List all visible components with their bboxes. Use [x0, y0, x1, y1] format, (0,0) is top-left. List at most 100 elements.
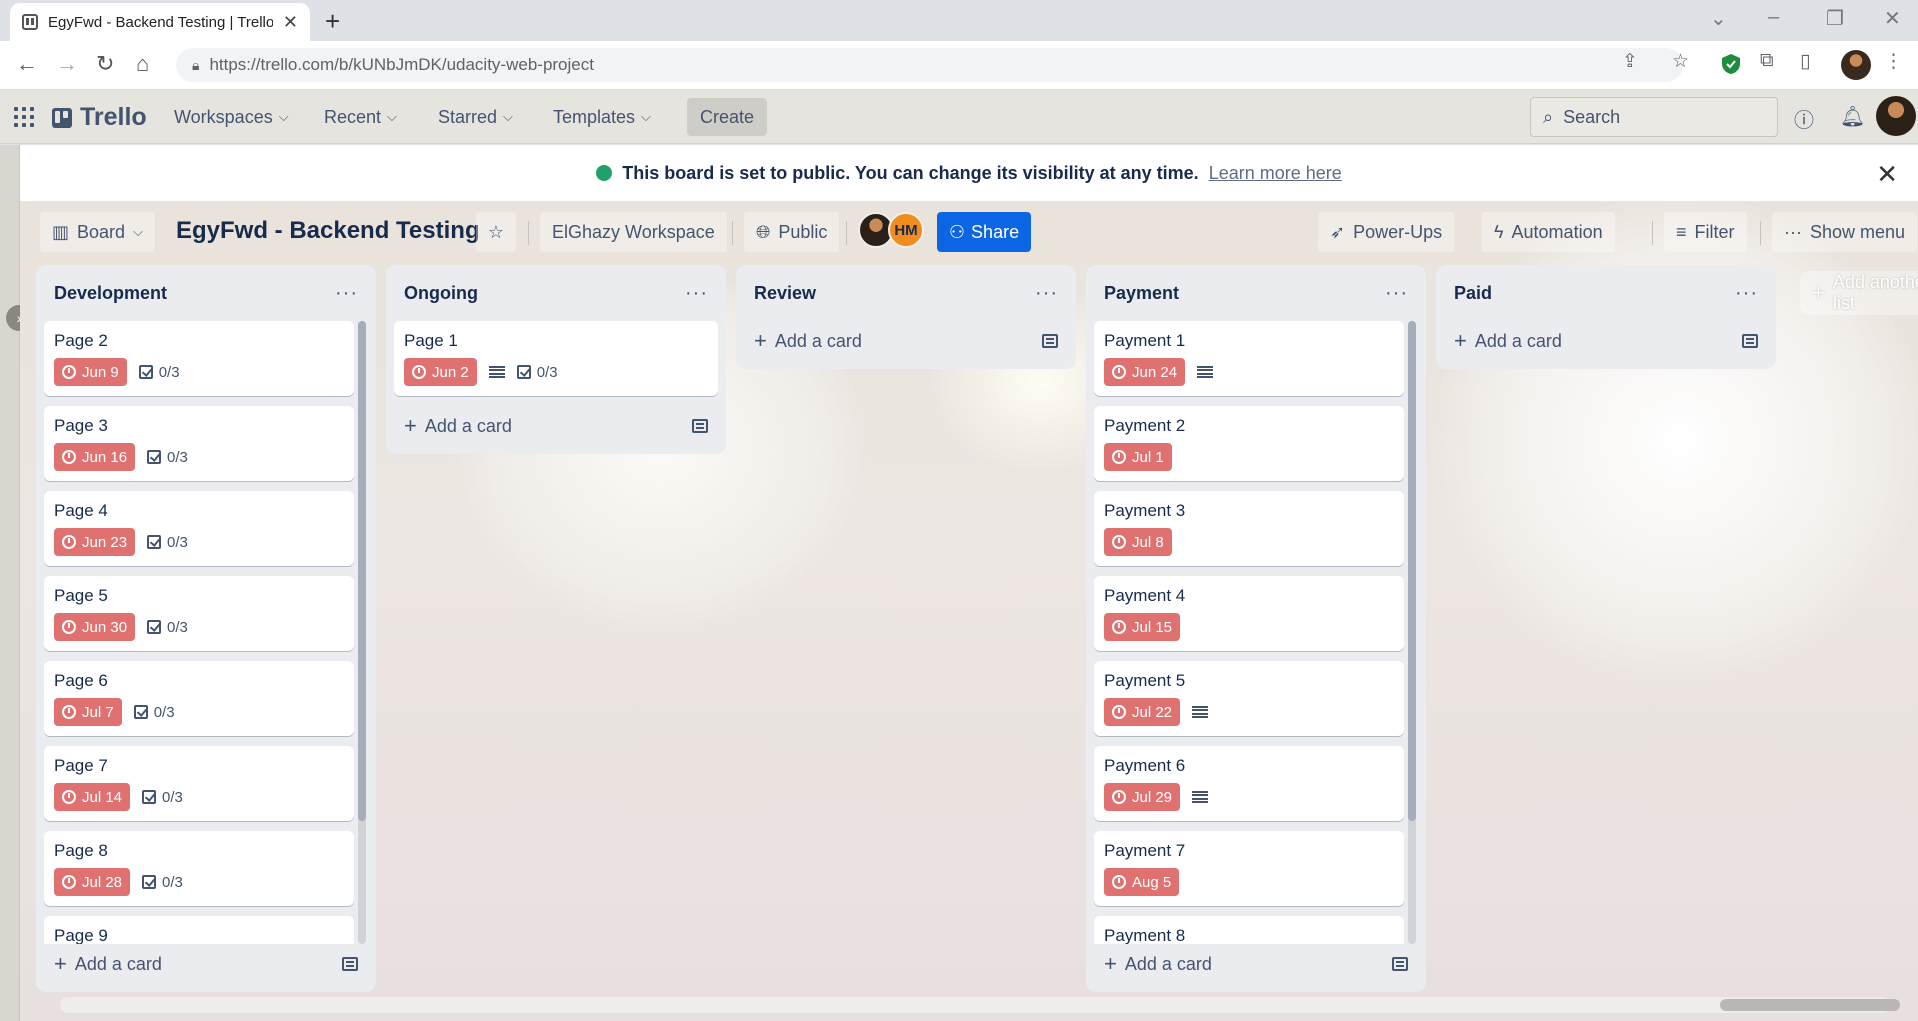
share-page-icon[interactable]: ⇪	[1622, 50, 1638, 73]
search-input[interactable]: ⌕ Search	[1530, 97, 1778, 137]
show-menu-button[interactable]: ··· Show menu	[1772, 212, 1918, 252]
learn-more-link[interactable]: Learn more here	[1209, 163, 1342, 184]
tab-search-chevron-icon[interactable]: ⌄	[1710, 6, 1727, 31]
board-view-switcher[interactable]: ▥ Board ⌵	[40, 212, 155, 252]
add-card-button[interactable]: + Add a card	[744, 321, 1068, 361]
list-payment[interactable]: Payment ··· Payment 1 Jun 24 Payment 2 Jul 1 P…	[1086, 265, 1426, 992]
list-menu-icon[interactable]: ···	[1035, 282, 1058, 305]
share-button[interactable]: ⚇ Share	[937, 212, 1031, 252]
due-date-badge[interactable]: Jul 22	[1104, 698, 1181, 726]
add-card-button[interactable]: + Add a card	[1094, 944, 1418, 984]
scrollbar-thumb[interactable]	[1408, 321, 1416, 821]
banner-close-icon[interactable]: ✕	[1876, 159, 1898, 190]
list-title[interactable]: Payment	[1104, 283, 1179, 304]
address-bar[interactable]: 🔒︎ https://trello.com/b/kUNbJmDK/udacity…	[176, 48, 1683, 82]
due-date-badge[interactable]: Aug 5	[1104, 868, 1180, 896]
card[interactable]: Page 3 Jun 16 0/3	[44, 406, 354, 481]
card[interactable]: Payment 7 Aug 5	[1094, 831, 1404, 906]
list-title[interactable]: Paid	[1454, 283, 1492, 304]
create-from-template-icon[interactable]	[692, 419, 708, 433]
restore-icon[interactable]: ❐	[1826, 6, 1844, 31]
create-from-template-icon[interactable]	[1392, 957, 1408, 971]
board-horizontal-scrollbar[interactable]	[60, 997, 1900, 1013]
due-date-badge[interactable]: Jul 28	[54, 868, 131, 896]
tab-close-icon[interactable]: ✕	[283, 13, 298, 31]
due-date-badge[interactable]: Jul 29	[1104, 783, 1181, 811]
browser-tab[interactable]: EgyFwd - Backend Testing | Trello ✕	[10, 3, 310, 41]
create-from-template-icon[interactable]	[342, 957, 358, 971]
list-header[interactable]: Ongoing ···	[394, 265, 718, 321]
bookmark-star-icon[interactable]: ☆	[1672, 50, 1689, 73]
list-ongoing[interactable]: Ongoing ··· Page 1 Jun 2 0/3 + Add a card	[386, 265, 726, 454]
scrollbar-thumb[interactable]	[1720, 999, 1900, 1011]
user-avatar[interactable]	[1876, 96, 1916, 136]
list-menu-icon[interactable]: ···	[1385, 282, 1408, 305]
list-paid[interactable]: Paid ··· + Add a card	[1436, 265, 1776, 369]
list-menu-icon[interactable]: ···	[1735, 282, 1758, 305]
extension-shield-icon[interactable]	[1720, 53, 1742, 75]
due-date-badge[interactable]: Jul 1	[1104, 443, 1172, 471]
due-date-badge[interactable]: Jun 30	[54, 613, 136, 641]
card[interactable]: Payment 5 Jul 22	[1094, 661, 1404, 736]
card[interactable]: Payment 2 Jul 1	[1094, 406, 1404, 481]
workspace-button[interactable]: ElGhazy Workspace	[540, 212, 727, 252]
menu-starred[interactable]: Starred ⌵	[430, 100, 521, 134]
create-from-template-icon[interactable]	[1742, 334, 1758, 348]
side-panel-icon[interactable]: ▯	[1800, 50, 1810, 73]
card[interactable]: Page 6 Jul 7 0/3	[44, 661, 354, 736]
info-icon[interactable]: ⓘ	[1794, 104, 1814, 133]
list-header[interactable]: Payment ···	[1094, 265, 1418, 321]
forward-icon[interactable]: →	[56, 51, 78, 77]
power-ups-button[interactable]: ➶ Power-Ups	[1318, 212, 1455, 252]
list-development[interactable]: Development ··· Page 2 Jun 9 0/3 Page 3 Jun 16…	[36, 265, 376, 992]
card[interactable]: Payment 4 Jul 15	[1094, 576, 1404, 651]
due-date-badge[interactable]: Jun 16	[54, 443, 136, 471]
list-vertical-scrollbar[interactable]	[1408, 321, 1416, 944]
list-header[interactable]: Paid ···	[1444, 265, 1768, 321]
card[interactable]: Page 9	[44, 916, 354, 944]
card[interactable]: Payment 1 Jun 24	[1094, 321, 1404, 396]
browser-menu-icon[interactable]: ⋮	[1884, 50, 1903, 73]
card[interactable]: Payment 6 Jul 29	[1094, 746, 1404, 821]
card[interactable]: Page 2 Jun 9 0/3	[44, 321, 354, 396]
card[interactable]: Page 7 Jul 14 0/3	[44, 746, 354, 821]
menu-recent[interactable]: Recent ⌵	[316, 100, 405, 134]
notifications-bell-icon[interactable]: 🔔︎	[1840, 104, 1865, 129]
automation-button[interactable]: ϟ Automation	[1482, 212, 1615, 252]
add-card-button[interactable]: + Add a card	[394, 406, 718, 446]
due-date-badge[interactable]: Jul 15	[1104, 613, 1181, 641]
visibility-button[interactable]: 🌐︎ Public	[744, 212, 840, 252]
list-review[interactable]: Review ··· + Add a card	[736, 265, 1076, 369]
scrollbar-thumb[interactable]	[358, 321, 366, 821]
due-date-badge[interactable]: Jul 7	[54, 698, 122, 726]
browser-profile-avatar[interactable]	[1841, 50, 1871, 80]
card[interactable]: Page 8 Jul 28 0/3	[44, 831, 354, 906]
minimize-icon[interactable]: –	[1768, 6, 1779, 29]
star-board-button[interactable]: ☆	[476, 212, 516, 252]
due-date-badge[interactable]: Jun 23	[54, 528, 136, 556]
due-date-badge[interactable]: Jun 24	[1104, 358, 1186, 386]
window-close-icon[interactable]: ✕	[1884, 6, 1901, 31]
list-title[interactable]: Review	[754, 283, 816, 304]
card[interactable]: Payment 8	[1094, 916, 1404, 944]
due-date-badge[interactable]: Jul 14	[54, 783, 131, 811]
new-tab-button[interactable]: +	[325, 6, 340, 37]
create-from-template-icon[interactable]	[1042, 334, 1058, 348]
app-switcher-icon[interactable]	[14, 107, 34, 127]
list-menu-icon[interactable]: ···	[685, 282, 708, 305]
card[interactable]: Payment 3 Jul 8	[1094, 491, 1404, 566]
board-members[interactable]: HM	[858, 212, 924, 252]
add-card-button[interactable]: + Add a card	[44, 944, 368, 984]
reload-icon[interactable]: ↻	[96, 51, 114, 77]
member-avatar-initials[interactable]: HM	[888, 212, 924, 248]
due-date-badge[interactable]: Jun 2	[404, 358, 477, 386]
board-title[interactable]: EgyFwd - Backend Testing	[176, 217, 480, 245]
menu-workspaces[interactable]: Workspaces ⌵	[166, 100, 297, 134]
menu-templates[interactable]: Templates ⌵	[545, 100, 659, 134]
list-header[interactable]: Review ···	[744, 265, 1068, 321]
list-menu-icon[interactable]: ···	[335, 282, 358, 305]
back-icon[interactable]: ←	[16, 51, 38, 77]
add-list-button[interactable]: + Add another list	[1800, 271, 1918, 315]
due-date-badge[interactable]: Jun 9	[54, 358, 127, 386]
extensions-puzzle-icon[interactable]: ⧉	[1760, 50, 1774, 72]
